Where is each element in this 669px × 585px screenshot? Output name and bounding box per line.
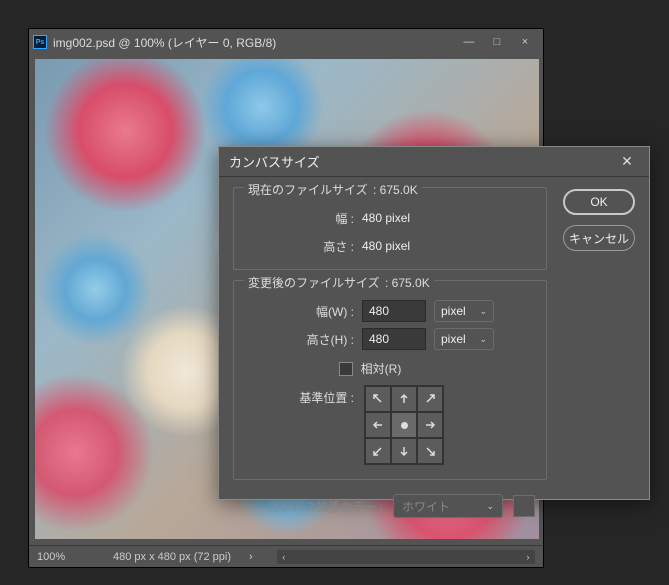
canvas-size-dialog: カンバスサイズ ✕ OK キャンセル 現在のファイルサイズ : 675.0K 幅… xyxy=(218,146,650,500)
anchor-se[interactable] xyxy=(417,438,443,464)
document-dimensions: 480 px x 480 px (72 ppi) xyxy=(113,551,231,563)
scroll-right-icon[interactable]: › xyxy=(521,550,535,564)
width-label: 幅(W) : xyxy=(244,303,354,320)
anchor-w[interactable] xyxy=(365,412,391,438)
zoom-level[interactable]: 100% xyxy=(37,551,97,563)
anchor-nw[interactable] xyxy=(365,386,391,412)
current-height-value: 480 pixel xyxy=(362,239,442,253)
extension-color-value: ホワイト xyxy=(402,498,450,515)
chevron-down-icon: ⌄ xyxy=(479,334,487,345)
height-unit-value: pixel xyxy=(441,332,466,346)
status-chevron-icon[interactable]: › xyxy=(249,551,253,563)
status-bar: 100% 480 px x 480 px (72 ppi) › ‹ › xyxy=(29,545,543,567)
extension-color-select: ホワイト ⌄ xyxy=(393,494,503,518)
chevron-down-icon: ⌄ xyxy=(479,306,487,317)
new-size-legend: 変更後のファイルサイズ xyxy=(248,276,380,290)
height-input[interactable] xyxy=(362,328,426,350)
current-width-value: 480 pixel xyxy=(362,211,442,225)
width-unit-select[interactable]: pixel ⌄ xyxy=(434,300,494,322)
document-title: img002.psd @ 100% (レイヤー 0, RGB/8) xyxy=(53,34,276,51)
anchor-sw[interactable] xyxy=(365,438,391,464)
relative-label: 相対(R) xyxy=(361,360,402,377)
width-unit-value: pixel xyxy=(441,304,466,318)
anchor-e[interactable] xyxy=(417,412,443,438)
anchor-label: 基準位置 : xyxy=(244,385,354,406)
app-icon: Ps xyxy=(33,35,47,49)
maximize-button[interactable]: □ xyxy=(483,32,511,52)
cancel-button[interactable]: キャンセル xyxy=(563,225,635,251)
height-label: 高さ(H) : xyxy=(244,331,354,348)
current-size-fieldset: 現在のファイルサイズ : 675.0K 幅 : 480 pixel 高さ : 4… xyxy=(233,187,547,270)
document-titlebar[interactable]: Ps img002.psd @ 100% (レイヤー 0, RGB/8) — □… xyxy=(29,29,543,55)
dialog-close-button[interactable]: ✕ xyxy=(615,150,639,174)
current-size-value: 675.0K xyxy=(380,183,418,197)
anchor-ne[interactable] xyxy=(417,386,443,412)
chevron-down-icon: ⌄ xyxy=(486,501,494,512)
anchor-s[interactable] xyxy=(391,438,417,464)
width-input[interactable] xyxy=(362,300,426,322)
anchor-grid xyxy=(364,385,444,465)
relative-checkbox[interactable] xyxy=(339,362,353,376)
horizontal-scrollbar[interactable]: ‹ › xyxy=(277,550,535,564)
anchor-n[interactable] xyxy=(391,386,417,412)
ok-button[interactable]: OK xyxy=(563,189,635,215)
extension-color-row: カンバス拡張カラー : ホワイト ⌄ xyxy=(233,494,635,518)
new-size-fieldset: 変更後のファイルサイズ : 675.0K 幅(W) : pixel ⌄ 高さ(H… xyxy=(233,280,547,480)
current-height-label: 高さ : xyxy=(244,238,354,255)
dialog-titlebar[interactable]: カンバスサイズ ✕ xyxy=(219,147,649,177)
dialog-title: カンバスサイズ xyxy=(229,152,320,171)
extension-color-swatch xyxy=(513,495,535,517)
anchor-center[interactable] xyxy=(391,412,417,438)
scroll-left-icon[interactable]: ‹ xyxy=(277,550,291,564)
height-unit-select[interactable]: pixel ⌄ xyxy=(434,328,494,350)
close-window-button[interactable]: × xyxy=(511,32,539,52)
scroll-track[interactable] xyxy=(291,550,521,564)
current-width-label: 幅 : xyxy=(244,210,354,227)
current-size-legend: 現在のファイルサイズ xyxy=(248,183,368,197)
extension-color-label: カンバス拡張カラー : xyxy=(233,498,383,515)
minimize-button[interactable]: — xyxy=(455,32,483,52)
new-size-value: 675.0K xyxy=(392,276,430,290)
